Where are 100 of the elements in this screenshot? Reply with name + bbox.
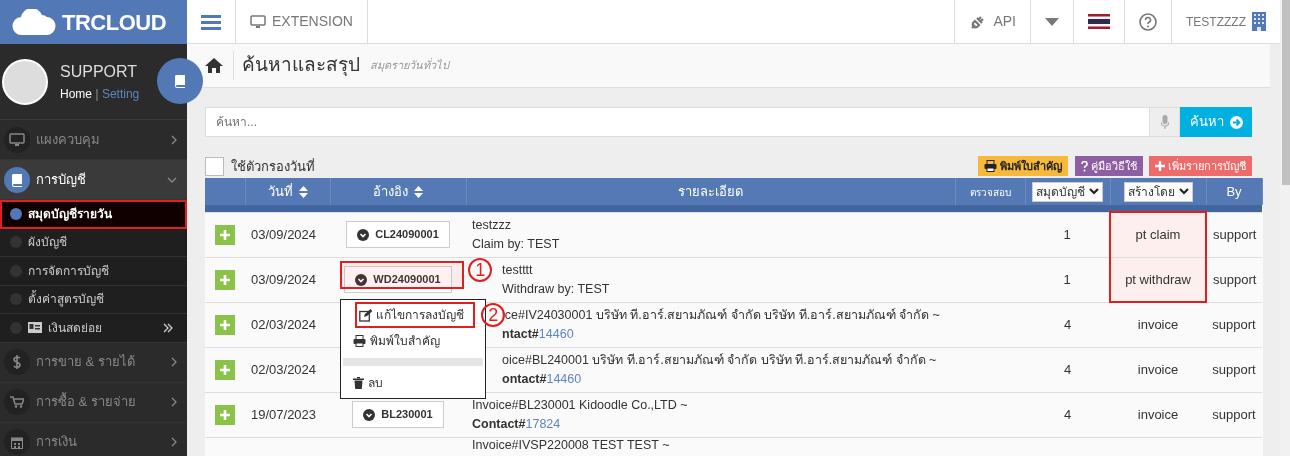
question-icon xyxy=(1080,160,1088,172)
help-icon[interactable] xyxy=(1139,12,1157,31)
page-subtitle: สมุดรายวันทั่วไป xyxy=(370,57,449,74)
table-cell: 03/09/2024 xyxy=(251,226,317,242)
plus-icon xyxy=(220,319,230,330)
table-cell: pt claim xyxy=(1135,227,1181,242)
help-button[interactable]: คู่มือวิธีใช้ xyxy=(1074,156,1143,176)
printer-icon xyxy=(984,160,997,172)
sidebar-item[interactable]: การเงิน xyxy=(0,422,187,456)
checkbox[interactable] xyxy=(205,157,224,176)
column-header[interactable]: วันที่ xyxy=(267,183,293,199)
arrow-circle-icon xyxy=(1229,115,1243,129)
printer-icon xyxy=(353,335,367,348)
plus-icon xyxy=(1155,161,1165,171)
profile-name: SUPPORT xyxy=(60,61,139,82)
book-button[interactable] xyxy=(157,58,203,104)
plus-icon xyxy=(220,274,230,285)
table-cell: pt withdraw xyxy=(1125,271,1191,287)
chevron-right-icon xyxy=(171,437,177,447)
chevron-circle-icon xyxy=(363,408,376,421)
scrollbar-thumb[interactable] xyxy=(1282,0,1290,185)
description-text: Withdraw by: TEST xyxy=(502,280,611,298)
contact-label: ntact# xyxy=(502,326,539,341)
extension-link[interactable]: EXTENSION xyxy=(236,0,368,43)
reference-button[interactable]: WD24090001 xyxy=(344,266,452,293)
table-cell: 4 xyxy=(1063,406,1072,422)
reference-button[interactable]: BL230001 xyxy=(352,401,444,428)
sort-icon[interactable] xyxy=(298,186,308,199)
table-cell: support xyxy=(1213,226,1257,242)
chevron-circle-icon xyxy=(357,228,370,241)
submenu-item[interactable]: สมุดบัญชีรายวัน xyxy=(0,200,187,229)
plus-icon xyxy=(220,229,230,240)
menu-item[interactable]: พิมพ์ใบสำคัญ xyxy=(341,328,486,355)
description-text: Invoice#BL230001 Kidoodle Co.,LTD ~ xyxy=(472,396,689,414)
calendar-icon xyxy=(11,435,23,449)
search-field[interactable]: ค้นหา... xyxy=(205,107,1150,137)
page-title: ค้นหาและสรุป xyxy=(233,51,360,80)
contact-label: Contact# xyxy=(472,416,526,431)
step-marker: 1 xyxy=(468,258,493,283)
chevron-circle-icon xyxy=(355,273,368,286)
table-cell: 4 xyxy=(1063,361,1072,377)
chevron-right-icon xyxy=(171,397,177,407)
checkbox-label: ใช้ตัวกรองวันที่ xyxy=(230,157,315,176)
sidebar-item[interactable]: การขาย & รายได้ xyxy=(0,342,187,383)
caret-icon[interactable] xyxy=(1045,17,1059,26)
contact-label: ontact# xyxy=(502,371,547,386)
sort-icon[interactable] xyxy=(414,186,423,199)
table-cell: invoice xyxy=(1137,406,1179,422)
edit-icon xyxy=(359,308,373,322)
double-chevron-icon xyxy=(163,322,173,333)
cart-icon xyxy=(10,396,24,408)
column-filter[interactable]: สมุดบัญชี xyxy=(1032,181,1103,202)
submenu-item[interactable]: ตั้งค่าสูตรบัญชี xyxy=(0,285,187,314)
trash-icon xyxy=(353,377,365,390)
contact-link[interactable]: 14460 xyxy=(538,326,574,341)
table-cell: 02/03/2024 xyxy=(251,316,317,332)
flag-icon[interactable] xyxy=(1088,14,1110,29)
table-cell: 02/03/2024 xyxy=(251,361,317,377)
contact-link[interactable]: 17824 xyxy=(525,416,561,431)
submenu-item[interactable]: เงินสดย่อย xyxy=(0,314,187,343)
sidebar-item[interactable]: การซื้อ & รายจ่าย xyxy=(0,382,187,423)
column-header: รายละเอียด xyxy=(678,183,743,199)
print-button[interactable]: พิมพ์ใบสำคัญ xyxy=(978,156,1068,176)
description-text: oice#BL240001 บริษัท ที.อาร์.สยามภัณฑ์ จำกัด บริษัท ที.อาร์.สยามภัณฑ์ จำกัด ~ xyxy=(502,351,938,369)
logo: TRCLOUD xyxy=(0,0,187,44)
reference-button[interactable]: CL24090001 xyxy=(346,221,450,248)
dollar-icon xyxy=(12,355,22,369)
table-cell: support xyxy=(1212,406,1256,422)
avatar xyxy=(2,58,48,105)
menu-item[interactable]: ลบ xyxy=(341,370,486,397)
home-icon[interactable] xyxy=(205,58,223,73)
submenu-item[interactable]: ผังบัญชี xyxy=(0,228,187,257)
monitor-icon xyxy=(9,132,25,147)
table-cell: 4 xyxy=(1063,316,1072,332)
profile-link[interactable]: Setting xyxy=(101,84,140,103)
submenu-item[interactable]: การจัดการบัญชี xyxy=(0,257,187,286)
menu-icon[interactable] xyxy=(201,13,221,30)
chevron-down-icon xyxy=(167,176,177,183)
table-cell: support xyxy=(1212,361,1256,377)
description-text: Claim by: TEST xyxy=(472,235,561,253)
description-text: Invoice#IVSP220008 TEST TEST ~ xyxy=(472,437,671,453)
description-text: testzzz xyxy=(472,216,512,234)
column-header: By xyxy=(1226,183,1242,199)
description-text: testttt xyxy=(502,261,534,279)
table-cell: 19/07/2023 xyxy=(251,406,317,422)
book-icon xyxy=(174,74,186,88)
plus-icon xyxy=(220,409,230,420)
profile-link[interactable]: Home xyxy=(60,84,92,103)
column-header: ตรวจสอบ xyxy=(969,186,1011,198)
table-cell: invoice xyxy=(1137,317,1179,332)
id-card-icon xyxy=(28,322,42,334)
api-button[interactable]: API xyxy=(954,0,1030,43)
table-cell: support xyxy=(1213,271,1257,287)
contact-link[interactable]: 14460 xyxy=(546,371,582,386)
table-cell: invoice xyxy=(1137,361,1179,377)
column-header[interactable]: อ้างอิง xyxy=(373,183,408,199)
separator: | xyxy=(95,84,99,103)
column-filter[interactable]: สร้างโดย xyxy=(1123,181,1193,202)
sidebar-item[interactable]: การบัญชี xyxy=(0,160,187,200)
book-icon xyxy=(11,172,23,187)
